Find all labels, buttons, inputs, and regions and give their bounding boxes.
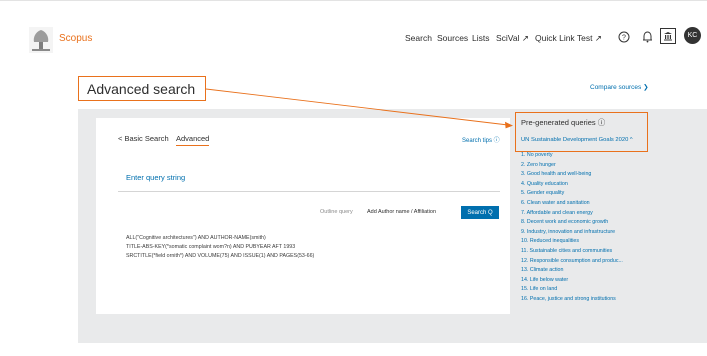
annotation-arrow [205, 88, 513, 129]
screenshot-frame: Scopus Search Sources Lists SciVal ↗ Qui… [0, 0, 707, 356]
